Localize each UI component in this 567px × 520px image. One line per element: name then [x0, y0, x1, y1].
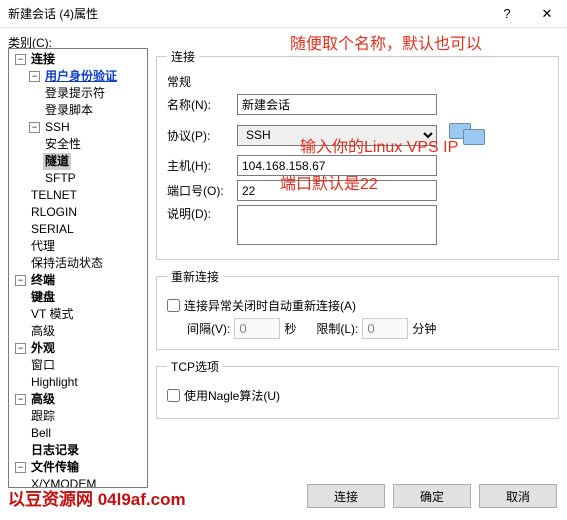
interval-input[interactable]	[234, 318, 280, 339]
collapse-icon[interactable]: −	[15, 462, 26, 473]
tcp-legend: TCP选项	[167, 358, 223, 375]
tree-sftp[interactable]: SFTP	[43, 170, 78, 187]
protocol-select[interactable]: SSH	[237, 125, 437, 146]
collapse-icon[interactable]: −	[29, 122, 40, 133]
host-input[interactable]	[237, 155, 437, 176]
desc-label: 说明(D):	[167, 205, 237, 222]
reconnect-legend: 重新连接	[167, 268, 223, 285]
ok-button[interactable]: 确定	[393, 484, 471, 508]
min-label: 分钟	[412, 320, 436, 337]
tree-advanced1[interactable]: 高级	[29, 323, 57, 340]
collapse-icon[interactable]: −	[15, 54, 26, 65]
window-controls: ? ✕	[487, 0, 567, 28]
tree-trace[interactable]: 跟踪	[29, 408, 57, 425]
tree-highlight[interactable]: Highlight	[29, 374, 80, 391]
tree-terminal[interactable]: 终端	[29, 272, 57, 289]
tree-ssh[interactable]: SSH	[43, 119, 72, 136]
limit-input[interactable]	[362, 318, 408, 339]
collapse-icon[interactable]: −	[15, 394, 26, 405]
footer-buttons: 连接 确定 取消	[307, 484, 557, 512]
tree-keepalive[interactable]: 保持活动状态	[29, 255, 105, 272]
right-panel: 连接 常规 名称(N): 协议(P): SSH 主机(H): 端口号(O): 说…	[156, 48, 559, 480]
tcp-group: TCP选项 使用Nagle算法(U)	[156, 358, 559, 419]
tree-logging[interactable]: 日志记录	[29, 442, 81, 459]
watermark: 以豆资源网 04l9af.com	[8, 485, 186, 510]
collapse-icon[interactable]: −	[15, 343, 26, 354]
desc-input[interactable]	[237, 205, 437, 245]
reconnect-chklabel: 连接异常关闭时自动重新连接(A)	[184, 297, 356, 314]
tree-userauth[interactable]: 用户身份验证	[43, 68, 119, 85]
tree-filetransfer[interactable]: 文件传输	[29, 459, 81, 476]
tree-tunnel[interactable]: 隧道	[43, 153, 71, 170]
tree-connection[interactable]: 连接	[29, 51, 57, 68]
tree-proxy[interactable]: 代理	[29, 238, 57, 255]
name-label: 名称(N):	[167, 96, 237, 113]
limit-label: 限制(L):	[316, 320, 358, 337]
nagle-checkbox[interactable]	[167, 389, 180, 402]
tree-appearance[interactable]: 外观	[29, 340, 57, 357]
close-button[interactable]: ✕	[527, 0, 567, 28]
help-button[interactable]: ?	[487, 0, 527, 28]
cancel-button[interactable]: 取消	[479, 484, 557, 508]
reconnect-checkbox[interactable]	[167, 299, 180, 312]
collapse-icon[interactable]: −	[29, 71, 40, 82]
tree-security[interactable]: 安全性	[43, 136, 83, 153]
connection-legend: 连接	[167, 48, 199, 65]
category-tree[interactable]: −连接 −用户身份验证 登录提示符 登录脚本 −SSH 安全性 隧道 SFTP …	[8, 48, 148, 488]
protocol-label: 协议(P):	[167, 127, 237, 144]
connect-button[interactable]: 连接	[307, 484, 385, 508]
tree-keyboard[interactable]: 键盘	[29, 289, 57, 306]
port-input[interactable]	[237, 180, 437, 201]
tree-advanced2[interactable]: 高级	[29, 391, 57, 408]
tree-bell[interactable]: Bell	[29, 425, 53, 442]
reconnect-group: 重新连接 连接异常关闭时自动重新连接(A) 间隔(V): 秒 限制(L): 分钟	[156, 268, 559, 350]
tree-vtmode[interactable]: VT 模式	[29, 306, 75, 323]
monitors-icon	[449, 119, 489, 151]
tree-window[interactable]: 窗口	[29, 357, 57, 374]
name-input[interactable]	[237, 94, 437, 115]
tree-loginprompt[interactable]: 登录提示符	[43, 85, 107, 102]
nagle-label: 使用Nagle算法(U)	[184, 387, 280, 404]
port-label: 端口号(O):	[167, 182, 237, 199]
tree-rlogin[interactable]: RLOGIN	[29, 204, 79, 221]
connection-group: 连接 常规 名称(N): 协议(P): SSH 主机(H): 端口号(O): 说…	[156, 48, 559, 260]
tree-telnet[interactable]: TELNET	[29, 187, 79, 204]
host-label: 主机(H):	[167, 157, 237, 174]
tree-loginscript[interactable]: 登录脚本	[43, 102, 95, 119]
window-title: 新建会话 (4)属性	[8, 5, 98, 22]
collapse-icon[interactable]: −	[15, 275, 26, 286]
tree-serial[interactable]: SERIAL	[29, 221, 76, 238]
general-label: 常规	[167, 73, 548, 90]
titlebar: 新建会话 (4)属性 ? ✕	[0, 0, 567, 28]
interval-label: 间隔(V):	[187, 320, 230, 337]
sec-label: 秒	[284, 320, 296, 337]
